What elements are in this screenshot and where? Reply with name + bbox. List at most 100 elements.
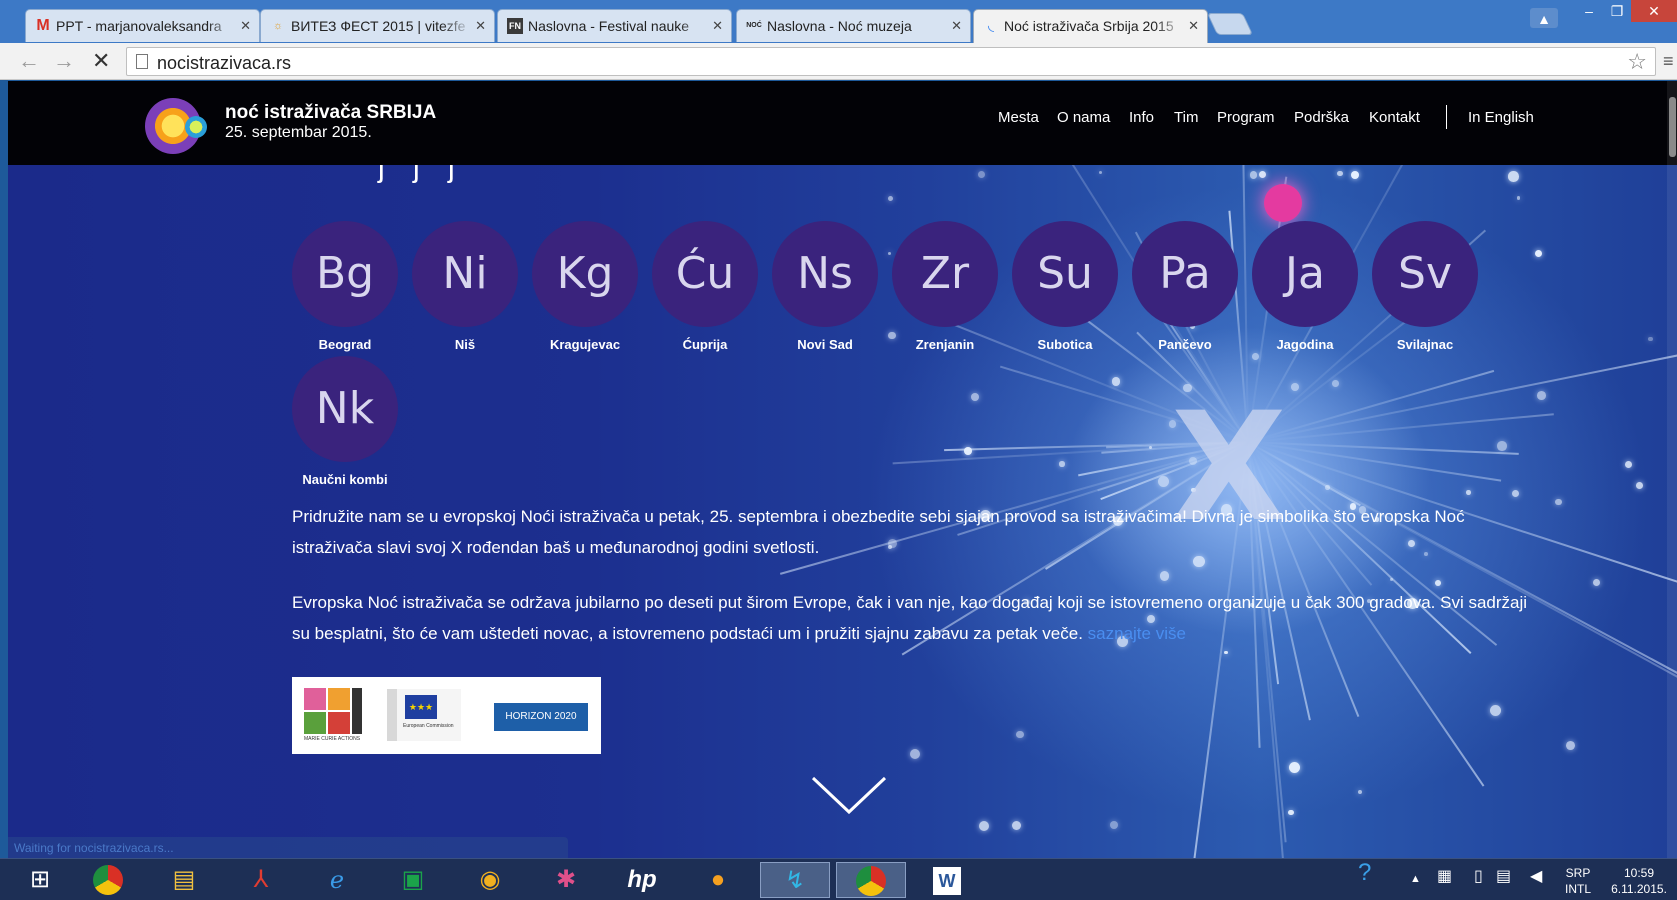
site-logo[interactable] <box>145 98 211 154</box>
light-dot <box>1497 441 1507 451</box>
show-hidden-icons-icon[interactable]: ▲ <box>1410 871 1421 887</box>
hp-icon[interactable]: hp <box>607 862 677 898</box>
city-naucni-kombi[interactable]: Nk Naučni kombi <box>292 356 398 487</box>
restore-icon[interactable]: ❐ <box>1603 0 1631 22</box>
windows-start-icon[interactable]: ⊞ <box>5 862 75 898</box>
nav-in-english[interactable]: In English <box>1468 109 1534 126</box>
acrobat-icon[interactable]: ⅄ <box>226 862 296 898</box>
light-dot <box>1287 809 1294 816</box>
light-dot <box>910 749 921 760</box>
paint-icon[interactable]: ✱ <box>531 862 601 898</box>
scrollbar-thumb[interactable] <box>1669 97 1676 157</box>
city-kragujevac[interactable]: Kg Kragujevac <box>532 221 638 352</box>
close-tab-icon[interactable]: ✕ <box>1188 10 1199 42</box>
chrome-icon[interactable] <box>73 862 143 898</box>
battery-icon[interactable]: ▯ <box>1474 869 1483 885</box>
marie-curie-logo[interactable]: MARIE CURIE ACTIONS <box>304 688 362 742</box>
city-name: Beograd <box>318 337 372 352</box>
tab-title: Naslovna - Festival nauke <box>528 18 690 34</box>
light-dot <box>1249 171 1258 179</box>
file-explorer-icon[interactable]: ▤ <box>149 862 219 898</box>
light-dot <box>970 392 980 402</box>
marie-curie-label: MARIE CURIE ACTIONS <box>304 736 361 742</box>
city-beograd[interactable]: Bg Beograd <box>292 221 398 352</box>
forward-arrow-icon[interactable]: → <box>53 49 75 73</box>
close-tab-icon[interactable]: ✕ <box>951 10 962 42</box>
festival-nauke-icon: FN <box>507 18 523 34</box>
network-icon[interactable]: ▤ <box>1496 869 1511 885</box>
read-more-link[interactable]: saznajte više <box>1088 624 1186 643</box>
chrome-menu-icon[interactable]: ≡ <box>1663 51 1677 72</box>
nav-tim[interactable]: Tim <box>1174 109 1198 126</box>
tab-festival-nauke[interactable]: FN Naslovna - Festival nauke ✕ <box>497 9 732 42</box>
word-icon[interactable]: W <box>912 862 982 898</box>
tab-title: Naslovna - Noć muzeja <box>767 18 912 34</box>
chrome-active-icon[interactable] <box>836 862 906 898</box>
light-dot <box>1465 489 1471 495</box>
city-svilajnac[interactable]: Sv Svilajnac <box>1372 221 1478 352</box>
nav-info[interactable]: Info <box>1129 109 1154 126</box>
city-jagodina[interactable]: Ja Jagodina <box>1252 221 1358 352</box>
light-dot <box>1016 730 1024 738</box>
help-icon[interactable]: ? <box>1358 861 1371 885</box>
city-abbr: Su <box>1012 221 1118 327</box>
city-subotica[interactable]: Su Subotica <box>1012 221 1118 352</box>
user-profile-icon[interactable]: ▲ <box>1530 8 1558 28</box>
nav-program[interactable]: Program <box>1217 109 1275 126</box>
minimize-icon[interactable]: – <box>1575 0 1603 22</box>
city-name: Jagodina <box>1276 337 1334 352</box>
tab-noc-istrazivaca[interactable]: ◟ Noć istraživača Srbija 2015 ✕ <box>973 9 1208 44</box>
balloon-icon[interactable]: ● <box>683 862 753 898</box>
close-tab-icon[interactable]: ✕ <box>712 10 723 42</box>
page-scrollbar[interactable] <box>1667 81 1677 858</box>
browser-toolbar: ← → ✕ nocistrazivaca.rs ☆ ≡ <box>0 43 1677 80</box>
bookmark-star-icon[interactable]: ☆ <box>1627 49 1647 75</box>
tab-gmail[interactable]: M PPT - marjanovaleksandra ✕ <box>25 9 260 42</box>
address-bar[interactable]: nocistrazivaca.rs ☆ <box>126 47 1656 76</box>
internet-explorer-icon[interactable]: e <box>302 862 372 898</box>
city-name: Novi Sad <box>797 337 853 352</box>
stop-loading-icon[interactable]: ✕ <box>92 49 110 73</box>
city-cuprija[interactable]: Ću Ćuprija <box>652 221 758 352</box>
tab-vitez-fest[interactable]: ☼ ВИТЕЗ ФЕСТ 2015 | vitezfe ✕ <box>260 9 495 42</box>
light-dot <box>1290 382 1299 391</box>
url-text[interactable]: nocistrazivaca.rs <box>157 53 291 74</box>
nav-kontakt[interactable]: Kontakt <box>1369 109 1420 126</box>
city-pancevo[interactable]: Pa Pančevo <box>1132 221 1238 352</box>
store-icon[interactable]: ▣ <box>378 862 448 898</box>
network-app-icon[interactable]: ↯ <box>760 862 830 898</box>
city-abbr: Bg <box>292 221 398 327</box>
nav-mesta[interactable]: Mesta <box>998 109 1039 126</box>
decorative-pink-light <box>1264 184 1302 222</box>
city-zrenjanin[interactable]: Zr Zrenjanin <box>892 221 998 352</box>
horizon-2020-logo[interactable]: HORIZON 2020 <box>494 703 588 731</box>
new-tab-button[interactable] <box>1206 13 1254 35</box>
language-indicator[interactable]: SRP INTL <box>1560 865 1596 897</box>
city-novi-sad[interactable]: Ns Novi Sad <box>772 221 878 352</box>
european-commission-logo[interactable]: ★★★ European Commission <box>387 689 461 741</box>
light-dot <box>1592 579 1600 587</box>
brand-name[interactable]: noć istraživača SRBIJA <box>225 102 436 124</box>
scroll-down-chevron-icon[interactable] <box>811 776 887 816</box>
light-dot <box>1489 704 1502 717</box>
vitez-fest-icon: ☼ <box>272 20 284 32</box>
language-code: SRP <box>1565 866 1591 880</box>
light-dot <box>1224 650 1228 655</box>
close-window-icon[interactable]: ✕ <box>1631 0 1677 22</box>
nav-podrska[interactable]: Podrška <box>1294 109 1349 126</box>
media-player-icon[interactable]: ◉ <box>455 862 525 898</box>
back-arrow-icon[interactable]: ← <box>18 49 40 73</box>
clock[interactable]: 10:59 6.11.2015. <box>1604 865 1674 897</box>
close-tab-icon[interactable]: ✕ <box>240 10 251 42</box>
tab-noc-muzeja[interactable]: NOĆ Naslovna - Noć muzeja ✕ <box>736 9 971 42</box>
city-name: Pančevo <box>1158 337 1212 352</box>
city-nis[interactable]: Ni Niš <box>412 221 518 352</box>
close-tab-icon[interactable]: ✕ <box>475 10 486 42</box>
action-center-icon[interactable]: ▦ <box>1437 869 1452 885</box>
light-dot <box>979 821 990 832</box>
nav-o-nama[interactable]: O nama <box>1057 109 1110 126</box>
light-dot <box>1566 741 1576 751</box>
volume-icon[interactable]: ◀ <box>1530 869 1542 885</box>
page-icon <box>136 54 148 69</box>
city-abbr: Kg <box>532 221 638 327</box>
